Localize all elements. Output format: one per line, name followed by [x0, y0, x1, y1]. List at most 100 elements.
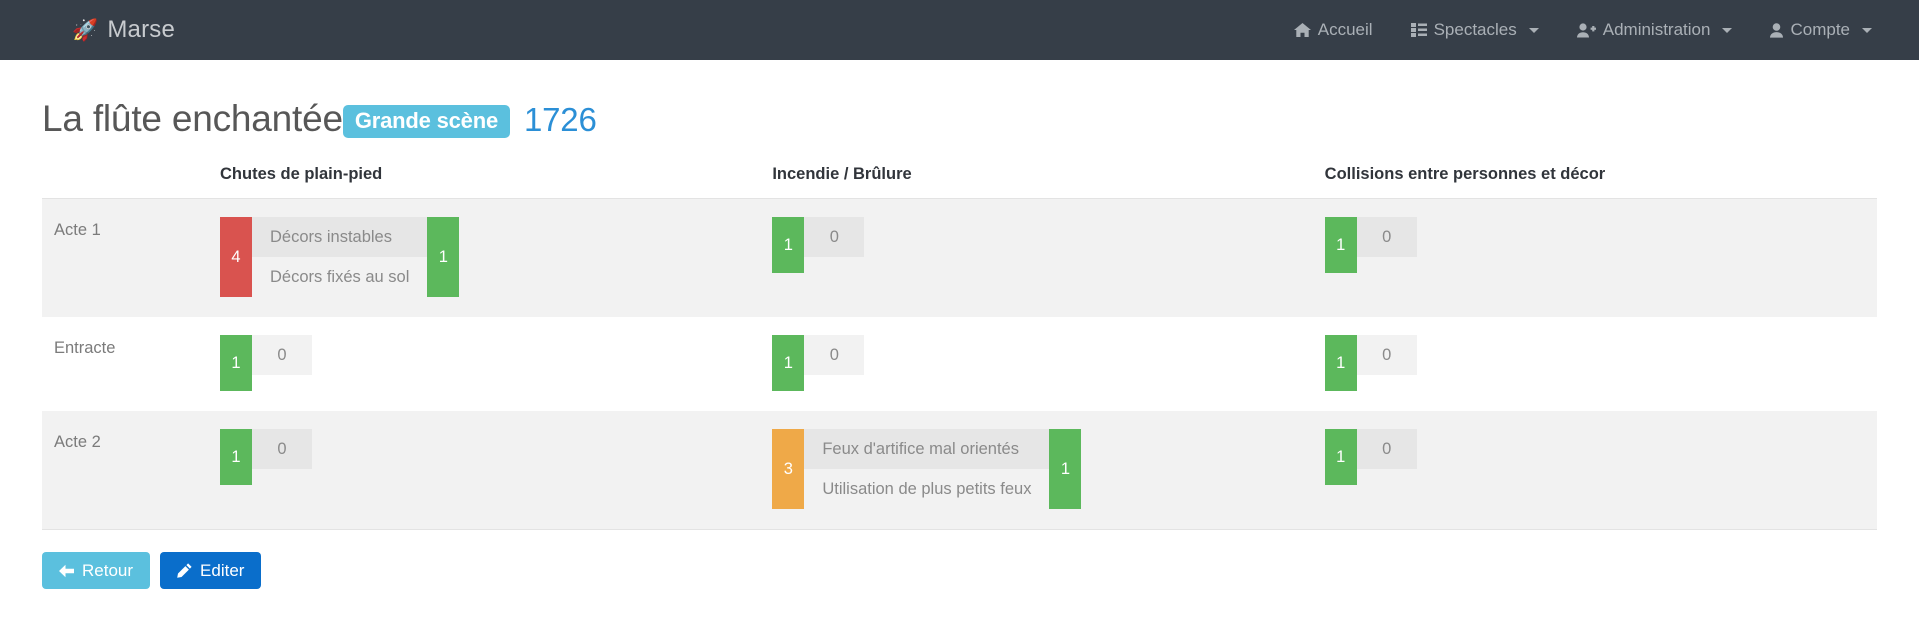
column-header-collisions: Collisions entre personnes et décor [1324, 165, 1877, 200]
risk-simple: 10 [220, 335, 312, 392]
risk-cell[interactable]: 10 [1324, 198, 1877, 318]
home-icon [1293, 22, 1311, 38]
risk-simple: 10 [1324, 429, 1417, 486]
back-button[interactable]: Retour [42, 552, 151, 590]
table-row: Acte 1 4 Décors instables Décors fixés au s… [42, 198, 1877, 318]
back-button-label: Retour [82, 561, 134, 581]
risk-cell[interactable]: 10 [1324, 411, 1877, 530]
measure-list: Décors instables Décors fixés au sol [252, 217, 428, 297]
risk-cell-wrap: 10 [772, 317, 1324, 411]
risk-cell[interactable]: 3 Feux d'artifice mal orientés Utilisation… [772, 411, 1325, 530]
severity-value: 1 [1324, 335, 1357, 392]
risk-matrix-table: Chutes de plain-pied Incendie / Brûlure … [42, 165, 1877, 530]
act-label: Acte 1 [54, 221, 101, 240]
risk-simple: 10 [772, 335, 865, 392]
pencil-icon [177, 563, 192, 578]
nav-item-spectacles[interactable]: Spectacles [1392, 0, 1558, 60]
risk-simple: 10 [1324, 217, 1417, 274]
user-icon [1770, 22, 1784, 38]
residual-value: 0 [804, 335, 865, 376]
risk-cell[interactable]: 10 [220, 317, 773, 412]
measure-list: Feux d'artifice mal orientés Utilisation … [804, 429, 1050, 509]
severity-value: 1 [772, 335, 805, 392]
nav-item-administration[interactable]: Administration [1558, 0, 1752, 60]
nav-item-compte[interactable]: Compte [1751, 0, 1891, 60]
severity-value: 1 [220, 335, 252, 392]
brand-label: Marse [107, 16, 176, 43]
residual-value: 0 [1356, 335, 1417, 376]
top-navbar: 🚀 Marse Accueil Spectacles Administratio… [0, 0, 1919, 60]
risk-cell-wrap: 10 [220, 317, 772, 411]
edit-button-label: Editer [200, 561, 245, 581]
residual-value: 0 [252, 429, 312, 470]
edit-button[interactable]: Editer [160, 552, 262, 590]
list-icon [1410, 23, 1427, 37]
risk-cell-wrap: 10 [772, 199, 1324, 293]
risk-cell-wrap: 10 [1324, 411, 1877, 505]
risk-cell-wrap: 10 [220, 411, 772, 505]
user-plus-icon [1576, 22, 1596, 38]
severity-value: 3 [772, 429, 805, 510]
risk-detailed: 3 Feux d'artifice mal orientés Utilisation… [772, 429, 1082, 510]
measure-item: Décors instables [252, 217, 428, 258]
risk-cell-wrap: 10 [1324, 317, 1877, 411]
risk-cell-wrap: 3 Feux d'artifice mal orientés Utilisation… [772, 411, 1324, 529]
nav-menu: Accueil Spectacles Administration Compte [1275, 0, 1891, 60]
nav-item-accueil[interactable]: Accueil [1275, 0, 1392, 60]
brand-logo-link[interactable]: 🚀 Marse [72, 16, 175, 44]
risk-cell[interactable]: 10 [772, 317, 1325, 412]
risk-simple: 10 [772, 217, 865, 274]
act-label: Acte 2 [54, 433, 101, 452]
severity-value: 1 [772, 217, 805, 274]
arrow-left-icon [59, 564, 74, 578]
residual-value: 0 [252, 335, 312, 376]
severity-value: 1 [220, 429, 252, 486]
measure-item: Décors fixés au sol [270, 267, 410, 286]
residual-value: 1 [1049, 429, 1082, 510]
table-bottom-divider [42, 529, 1877, 531]
risk-cell[interactable]: 10 [772, 198, 1325, 318]
nav-item-compte-label: Compte [1790, 20, 1850, 39]
severity-value: 4 [220, 217, 252, 298]
risk-cell-wrap: 4 Décors instables Décors fixés au sol 1 [220, 199, 772, 317]
nav-item-administration-label: Administration [1602, 20, 1711, 39]
risk-detailed: 4 Décors instables Décors fixés au sol 1 [220, 217, 460, 298]
risk-cell[interactable]: 10 [220, 411, 773, 530]
page-title: La flûte enchantée Grande scène 1726 [42, 98, 1877, 141]
risk-simple: 10 [1324, 335, 1417, 392]
measure-item: Feux d'artifice mal orientés [804, 429, 1050, 470]
status-badge-scene: Grande scène [342, 105, 510, 139]
table-row: Entracte 1 0 1 0 1 0 [42, 317, 1877, 412]
rocket-icon: 🚀 [72, 18, 99, 42]
residual-value: 0 [804, 217, 865, 258]
action-buttons: Retour Editer [42, 552, 1877, 590]
nav-item-spectacles-label: Spectacles [1433, 20, 1517, 39]
page-container: La flûte enchantée Grande scène 1726 Chu… [0, 98, 1919, 590]
residual-value: 1 [427, 217, 460, 298]
risk-cell-wrap: 10 [1324, 199, 1877, 293]
column-header-act [42, 165, 220, 200]
column-header-incendie: Incendie / Brûlure [772, 165, 1325, 200]
act-label: Entracte [54, 339, 116, 358]
residual-value: 0 [1356, 217, 1417, 258]
risk-cell[interactable]: 10 [1324, 317, 1877, 412]
chevron-down-icon [1722, 27, 1733, 33]
risk-cell[interactable]: 4 Décors instables Décors fixés au sol 1 [220, 198, 773, 318]
nav-item-accueil-label: Accueil [1317, 20, 1373, 39]
table-body: Acte 1 4 Décors instables Décors fixés au s… [42, 198, 1877, 530]
act-cell: Acte 1 [42, 198, 220, 318]
act-cell: Acte 2 [42, 411, 220, 530]
chevron-down-icon [1862, 27, 1872, 33]
table-header: Chutes de plain-pied Incendie / Brûlure … [42, 165, 1877, 200]
column-header-chutes: Chutes de plain-pied [220, 165, 773, 200]
residual-value: 0 [1356, 429, 1417, 470]
severity-value: 1 [1324, 217, 1357, 274]
chevron-down-icon [1528, 27, 1539, 33]
table-row: Acte 2 1 0 3 Feux d'artifice mal orientés Uti… [42, 411, 1877, 530]
page-title-text: La flûte enchantée [42, 98, 343, 139]
measure-item: Utilisation de plus petits feux [822, 479, 1032, 498]
act-cell: Entracte [42, 317, 220, 412]
risk-simple: 10 [220, 429, 312, 486]
severity-value: 1 [1324, 429, 1357, 486]
page-id: 1726 [524, 101, 597, 138]
